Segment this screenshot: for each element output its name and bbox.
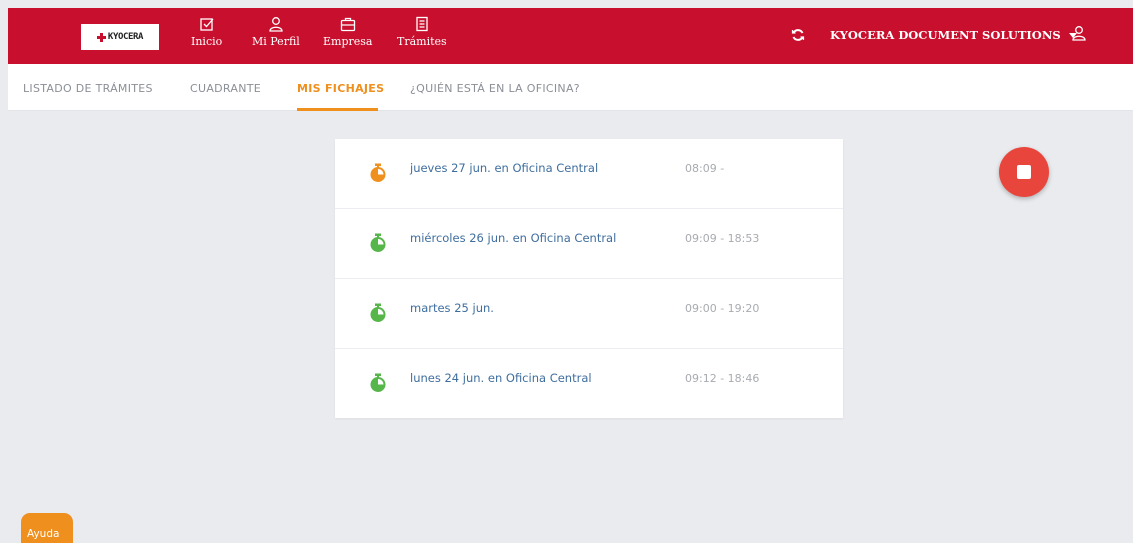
fichaje-time: 08:09 - xyxy=(685,162,725,175)
checkbox-icon xyxy=(199,18,214,31)
stopwatch-icon xyxy=(370,373,386,392)
logo-text: KYOCERA xyxy=(107,32,144,42)
list-item[interactable]: lunes 24 jun. en Oficina Central 09:12 -… xyxy=(335,349,843,418)
user-icon xyxy=(269,17,283,32)
fichajes-list: jueves 27 jun. en Oficina Central 08:09 … xyxy=(335,139,843,418)
stop-icon xyxy=(1017,165,1031,179)
active-tab-indicator xyxy=(297,108,378,111)
document-icon xyxy=(416,16,428,32)
briefcase-icon xyxy=(340,17,355,32)
fichaje-time: 09:12 - 18:46 xyxy=(685,372,760,385)
tab-cuadrante[interactable]: CUADRANTE xyxy=(190,82,261,95)
fichaje-label: martes 25 jun. xyxy=(410,301,494,315)
list-item[interactable]: martes 25 jun. 09:00 - 19:20 xyxy=(335,279,843,349)
stop-button[interactable] xyxy=(999,147,1049,197)
stopwatch-icon xyxy=(370,233,386,252)
stopwatch-icon xyxy=(370,303,386,322)
stopwatch-icon xyxy=(370,163,386,182)
refresh-icon[interactable] xyxy=(791,28,805,42)
fichaje-label: jueves 27 jun. en Oficina Central xyxy=(410,161,599,175)
nav-tramites[interactable]: Trámites xyxy=(397,16,447,60)
fichaje-label: miércoles 26 jun. en Oficina Central xyxy=(410,231,617,245)
kyocera-logo[interactable]: KYOCERA xyxy=(81,24,159,50)
nav-empresa-label: Empresa xyxy=(323,35,373,48)
nav-inicio[interactable]: Inicio xyxy=(191,16,222,60)
tab-bar: LISTADO DE TRÁMITES CUADRANTE MIS FICHAJ… xyxy=(8,64,1133,111)
company-name: KYOCERA DOCUMENT SOLUTIONS xyxy=(830,28,1061,42)
nav-mi-perfil[interactable]: Mi Perfil xyxy=(252,16,300,60)
help-button[interactable]: Ayuda xyxy=(21,513,73,543)
tab-listado-de-tramites[interactable]: LISTADO DE TRÁMITES xyxy=(23,82,153,95)
tab-quien-esta-en-la-oficina[interactable]: ¿QUIÉN ESTÁ EN LA OFICINA? xyxy=(410,82,580,95)
user-account-icon[interactable] xyxy=(1071,25,1087,41)
list-item[interactable]: jueves 27 jun. en Oficina Central 08:09 … xyxy=(335,139,843,209)
nav-empresa[interactable]: Empresa xyxy=(323,16,372,60)
nav-tramites-label: Trámites xyxy=(397,35,447,48)
fichaje-time: 09:09 - 18:53 xyxy=(685,232,760,245)
list-item[interactable]: miércoles 26 jun. en Oficina Central 09:… xyxy=(335,209,843,279)
top-navbar: KYOCERA Inicio Mi Perfil Empresa Trámite… xyxy=(8,8,1133,64)
tab-mis-fichajes[interactable]: MIS FICHAJES xyxy=(297,82,384,95)
fichaje-label: lunes 24 jun. en Oficina Central xyxy=(410,371,592,385)
fichaje-time: 09:00 - 19:20 xyxy=(685,302,760,315)
company-selector[interactable]: KYOCERA DOCUMENT SOLUTIONS xyxy=(830,28,1077,42)
kyocera-logo-icon xyxy=(96,32,106,42)
nav-inicio-label: Inicio xyxy=(191,35,223,48)
nav-mi-perfil-label: Mi Perfil xyxy=(252,35,300,48)
